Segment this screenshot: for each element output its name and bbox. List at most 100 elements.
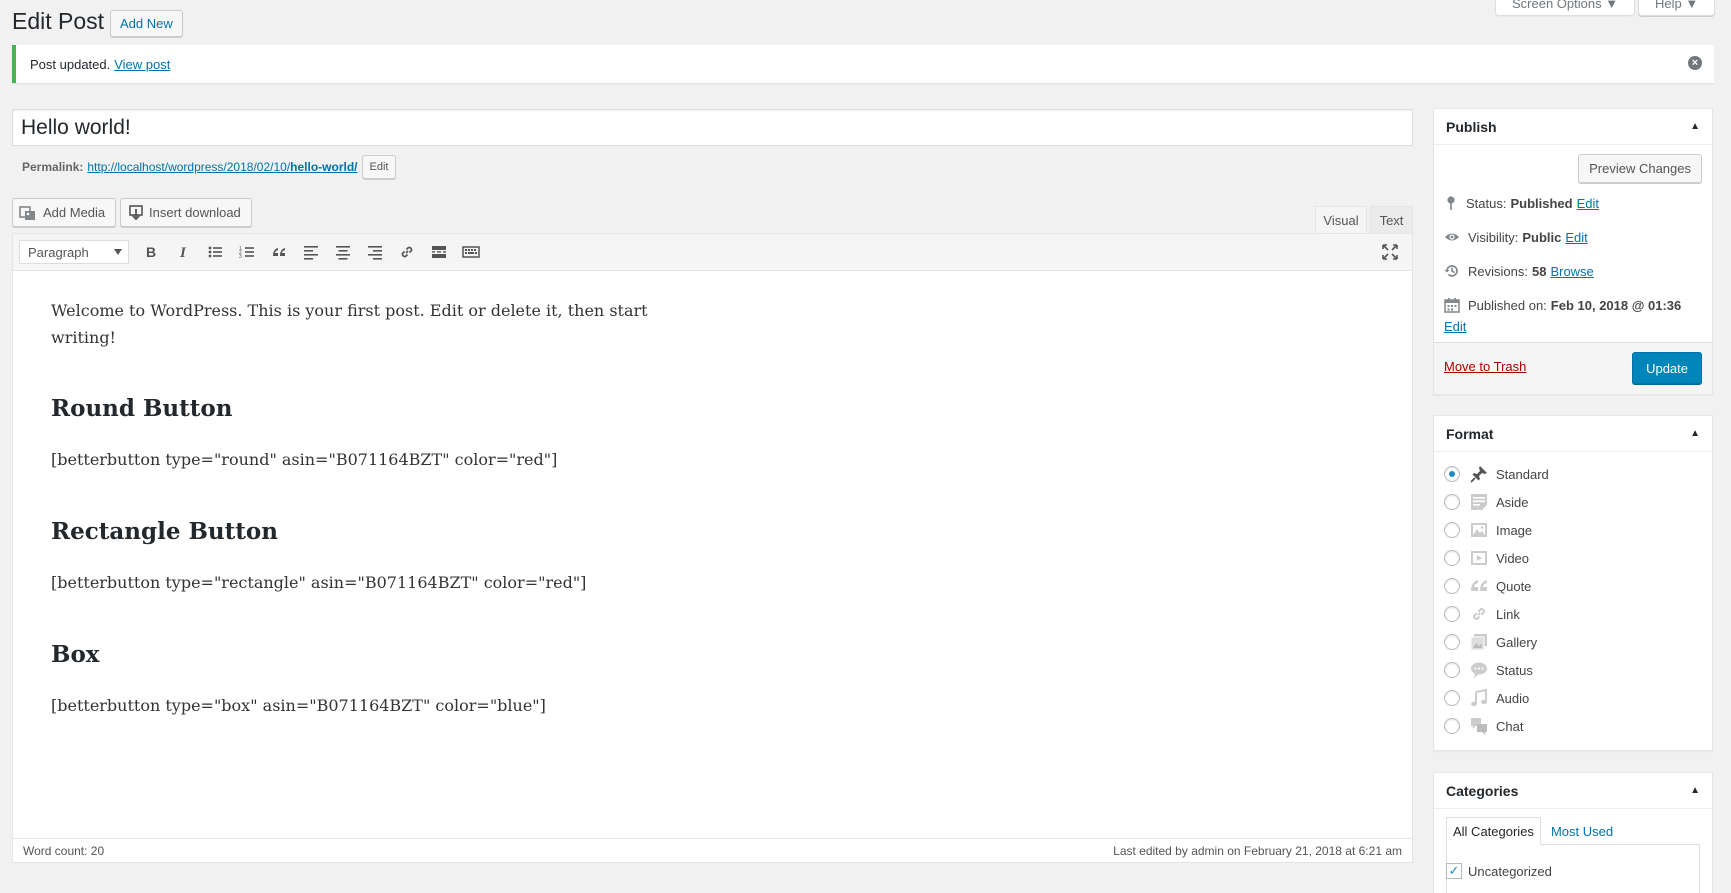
radio-aside[interactable]	[1444, 494, 1460, 510]
radio-video[interactable]	[1444, 550, 1460, 566]
radio-image[interactable]	[1444, 522, 1460, 538]
heading-rectangle-button[interactable]: Rectangle Button	[51, 518, 1374, 545]
italic-button[interactable]: I	[167, 238, 199, 266]
permalink-link[interactable]: http://localhost/wordpress/2018/02/10/he…	[87, 160, 357, 174]
published-value: Feb 10, 2018 @ 01:36	[1550, 297, 1682, 313]
publish-heading: Publish	[1446, 118, 1497, 135]
format-box-header[interactable]: Format ▲	[1434, 416, 1712, 452]
collapse-arrow-icon[interactable]: ▲	[1690, 121, 1700, 132]
revisions-browse-link[interactable]: Browse	[1550, 264, 1593, 279]
checkbox-uncategorized[interactable]: ✓	[1446, 863, 1462, 879]
last-edited: Last edited by admin on February 21, 201…	[1113, 843, 1402, 858]
distraction-free-button[interactable]	[1374, 238, 1406, 266]
insert-download-button[interactable]: Insert download	[120, 198, 252, 227]
add-new-button[interactable]: Add New	[110, 10, 183, 37]
post-title-input[interactable]	[12, 109, 1413, 146]
preview-changes-button[interactable]: Preview Changes	[1578, 154, 1702, 183]
link-icon	[1473, 608, 1485, 620]
status-row: Status: Published Edit	[1444, 195, 1599, 211]
image-icon	[1471, 523, 1487, 537]
format-option-chat[interactable]: Chat	[1444, 712, 1702, 740]
read-more-button[interactable]	[423, 238, 455, 266]
collapse-arrow-icon[interactable]: ▲	[1690, 428, 1700, 439]
radio-link[interactable]	[1444, 606, 1460, 622]
radio-gallery[interactable]	[1444, 634, 1460, 650]
radio-audio[interactable]	[1444, 690, 1460, 706]
bulleted-list-button[interactable]	[199, 238, 231, 266]
format-label-chat: Chat	[1496, 718, 1524, 734]
gallery-icon	[1470, 634, 1487, 651]
fullscreen-icon	[1382, 244, 1398, 260]
notice-text: Post updated.	[30, 56, 111, 72]
heading-box[interactable]: Box	[51, 641, 1374, 668]
permalink-edit-button[interactable]: Edit	[361, 155, 397, 179]
add-media-label: Add Media	[43, 205, 106, 220]
tab-most-used[interactable]: Most Used	[1541, 817, 1623, 845]
radio-chat[interactable]	[1444, 718, 1460, 734]
numbered-list-icon: 123	[239, 246, 254, 260]
pin-icon	[1447, 196, 1455, 210]
align-center-button[interactable]	[327, 238, 359, 266]
blockquote-button[interactable]	[263, 238, 295, 266]
visibility-value: Public	[1522, 229, 1562, 245]
update-button[interactable]: Update	[1632, 352, 1702, 384]
format-option-standard[interactable]: Standard	[1444, 460, 1702, 488]
toolbar-toggle-button[interactable]	[455, 238, 487, 266]
help-button[interactable]: Help ▼	[1638, 0, 1716, 16]
format-label-standard: Standard	[1496, 466, 1549, 482]
revisions-icon	[1444, 265, 1458, 277]
dismiss-icon[interactable]: ×	[1688, 56, 1702, 70]
link-icon	[401, 246, 413, 258]
publish-box-header[interactable]: Publish ▲	[1434, 109, 1712, 145]
insert-link-button[interactable]	[391, 238, 423, 266]
quote-icon	[273, 248, 285, 256]
tab-visual[interactable]: Visual	[1315, 206, 1367, 234]
format-option-aside[interactable]: Aside	[1444, 488, 1702, 516]
heading-round-button[interactable]: Round Button	[51, 395, 1374, 422]
format-label-audio: Audio	[1496, 690, 1530, 706]
align-left-button[interactable]	[295, 238, 327, 266]
radio-quote[interactable]	[1444, 578, 1460, 594]
format-label-status: Status	[1496, 662, 1533, 678]
numbered-list-button[interactable]: 123	[231, 238, 263, 266]
categories-box-header[interactable]: Categories ▲	[1434, 773, 1712, 809]
align-right-button[interactable]	[359, 238, 391, 266]
download-icon	[129, 204, 143, 220]
collapse-arrow-icon[interactable]: ▲	[1690, 785, 1700, 796]
category-item-uncategorized[interactable]: ✓ Uncategorized	[1446, 863, 1552, 879]
visibility-edit-link[interactable]: Edit	[1565, 230, 1587, 245]
radio-standard[interactable]	[1444, 466, 1460, 482]
format-option-gallery[interactable]: Gallery	[1444, 628, 1702, 656]
permalink-label: Permalink:	[22, 160, 84, 174]
calendar-icon	[1444, 298, 1460, 313]
format-option-link[interactable]: Link	[1444, 600, 1702, 628]
tab-text[interactable]: Text	[1370, 206, 1413, 234]
format-option-audio[interactable]: Audio	[1444, 684, 1702, 712]
categories-box: Categories ▲ All Categories Most Used ✓ …	[1433, 772, 1713, 893]
add-media-button[interactable]: Add Media	[12, 198, 117, 227]
tab-all-categories[interactable]: All Categories	[1446, 817, 1541, 845]
screen-options-button[interactable]: Screen Options ▼	[1495, 0, 1636, 16]
radio-status[interactable]	[1444, 662, 1460, 678]
status-edit-link[interactable]: Edit	[1577, 196, 1599, 211]
format-option-quote[interactable]: Quote	[1444, 572, 1702, 600]
format-option-video[interactable]: Video	[1444, 544, 1702, 572]
italic-icon: I	[179, 245, 187, 260]
aside-icon	[1471, 494, 1487, 510]
category-tabs: All Categories Most Used	[1446, 817, 1623, 845]
move-to-trash-link[interactable]: Move to Trash	[1444, 359, 1526, 374]
bold-button[interactable]: B	[135, 238, 167, 266]
editor-content[interactable]: Welcome to WordPress. This is your first…	[13, 271, 1412, 790]
shortcode-rectangle[interactable]: [betterbutton type="rectangle" asin="B07…	[51, 569, 1374, 596]
format-select[interactable]: Paragraph	[19, 240, 129, 264]
permalink-slug: hello-world/	[290, 160, 358, 174]
status-bubble-icon	[1471, 662, 1487, 678]
shortcode-box[interactable]: [betterbutton type="box" asin="B071164BZ…	[51, 692, 1374, 719]
shortcode-round[interactable]: [betterbutton type="round" asin="B071164…	[51, 446, 1374, 473]
format-option-image[interactable]: Image	[1444, 516, 1702, 544]
published-edit-link[interactable]: Edit	[1444, 319, 1466, 334]
view-post-link[interactable]: View post	[114, 57, 170, 72]
intro-paragraph[interactable]: Welcome to WordPress. This is your first…	[51, 297, 651, 351]
format-option-status[interactable]: Status	[1444, 656, 1702, 684]
svg-text:I: I	[179, 245, 187, 260]
